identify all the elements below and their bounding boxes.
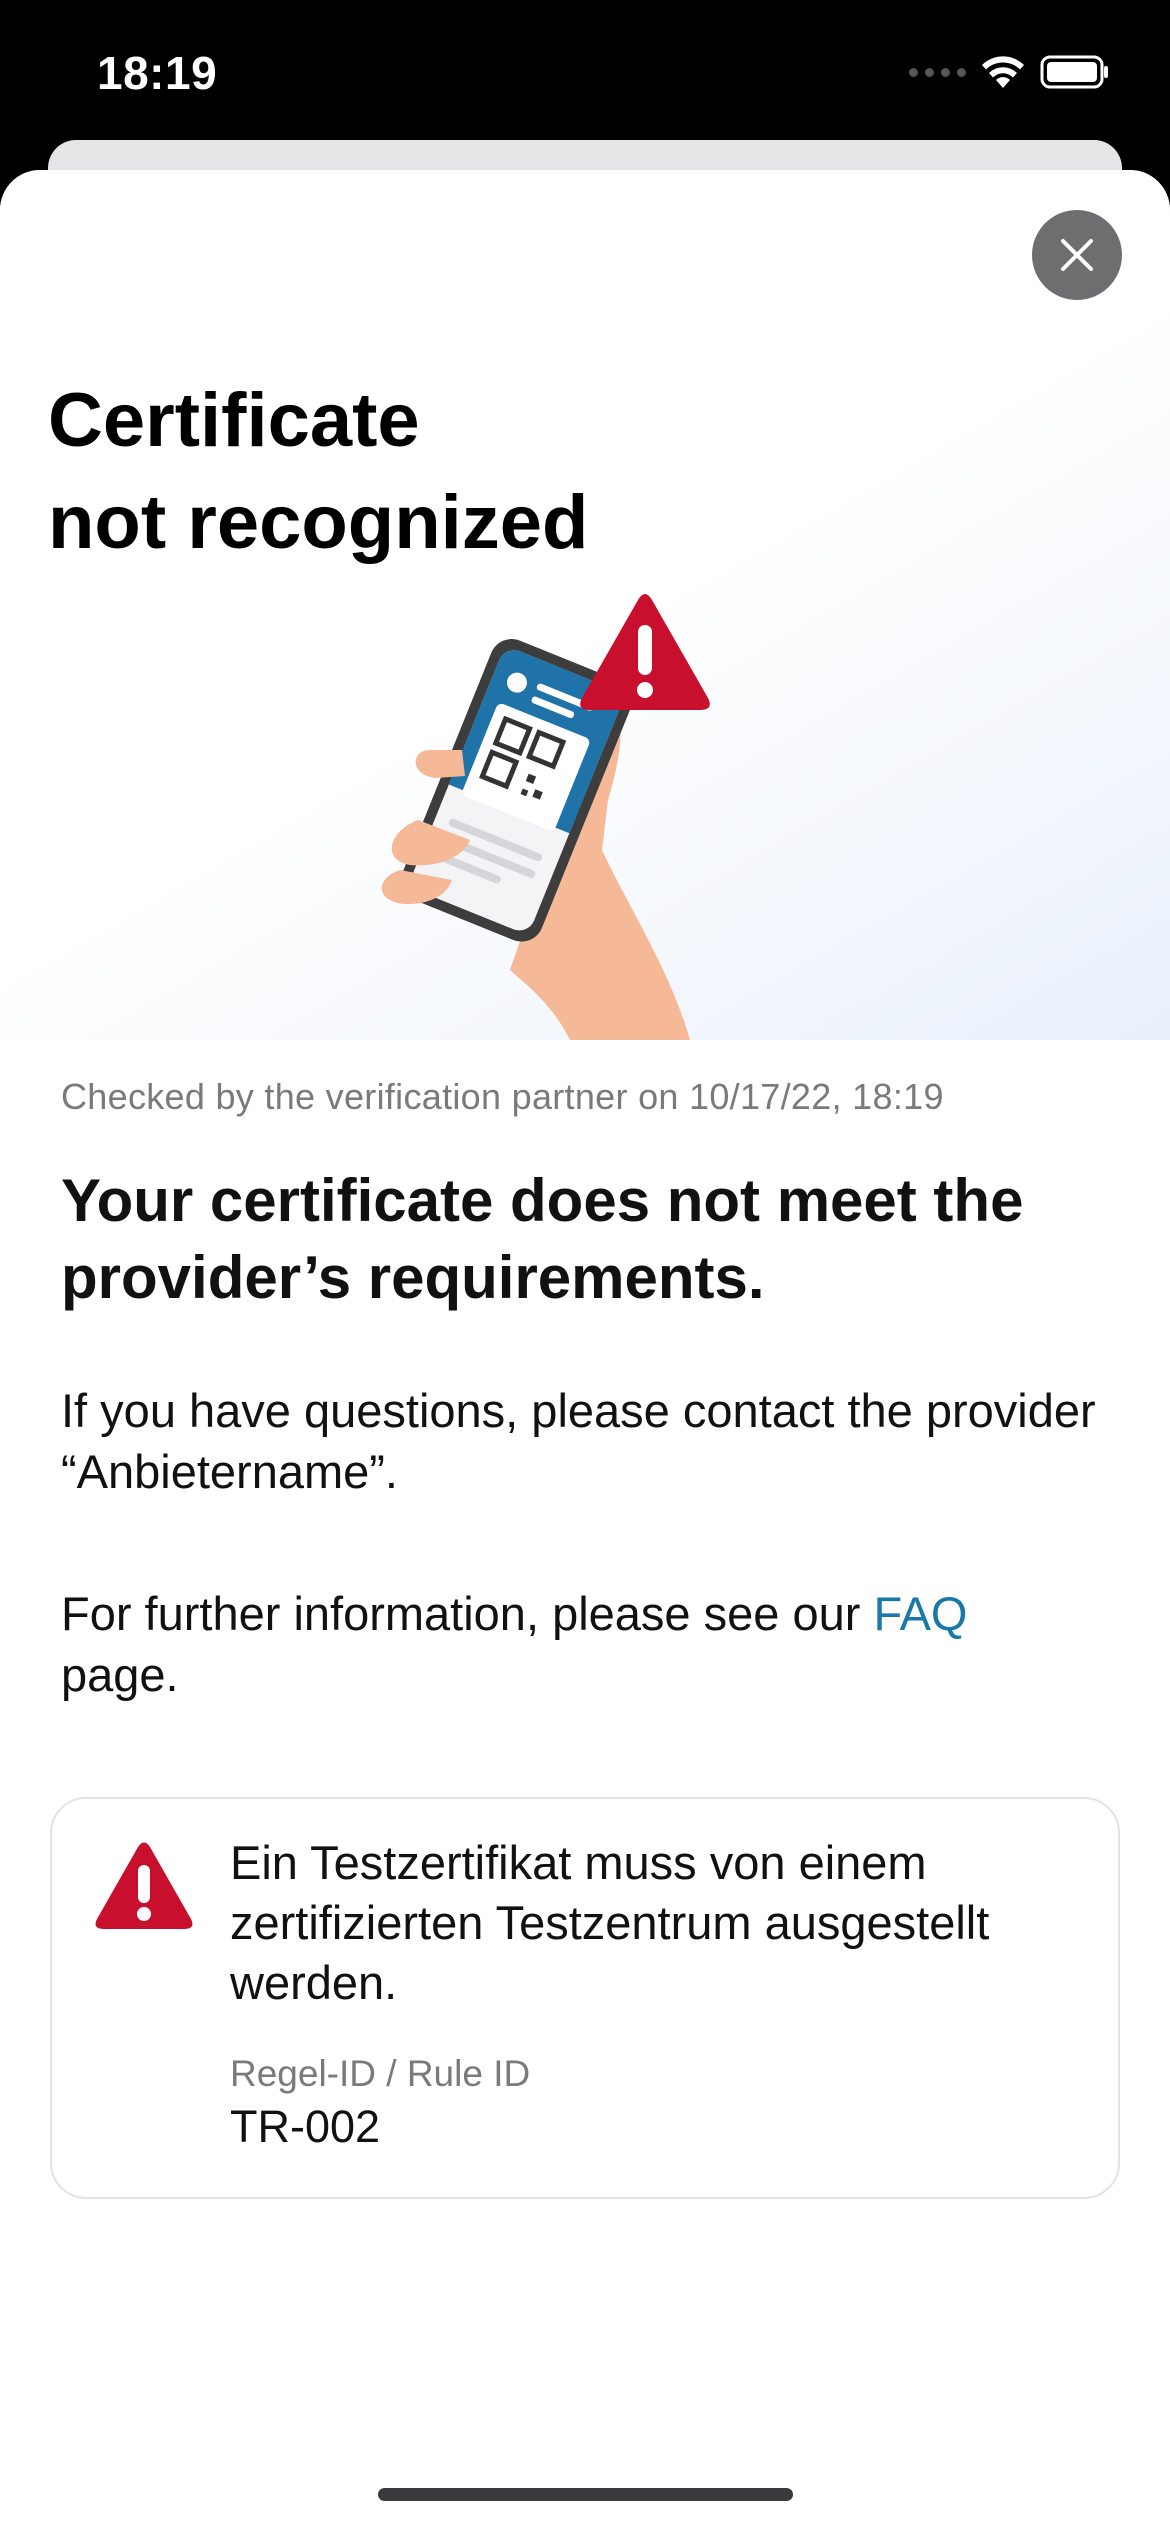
hero-area: Certificate not recognized <box>0 170 1170 1040</box>
status-time: 18:19 <box>97 47 218 99</box>
checked-timestamp: Checked by the verification partner on 1… <box>61 1076 944 1117</box>
close-button[interactable] <box>1032 210 1122 300</box>
cellular-signal-icon <box>909 67 966 77</box>
page-title-line-2: not recognized <box>48 480 589 565</box>
warning-icon <box>94 1841 194 1936</box>
home-indicator[interactable] <box>378 2488 793 2501</box>
warning-icon <box>580 594 710 710</box>
rule-id-label: Regel-ID / Rule ID <box>230 2053 531 2094</box>
phone-warning-illustration <box>370 590 790 1065</box>
rule-message: Ein Testzertifikat muss von einem zertif… <box>230 1836 990 2009</box>
battery-icon <box>1040 55 1110 89</box>
rule-card: Ein Testzertifikat muss von einem zertif… <box>50 1797 1120 2199</box>
faq-link[interactable]: FAQ <box>873 1587 967 1640</box>
page-title-line-1: Certificate <box>48 378 420 463</box>
faq-info-suffix: page. <box>61 1648 179 1701</box>
status-bar: 18:19 <box>0 0 1170 150</box>
page-title: Certificate not recognized <box>48 370 848 574</box>
wifi-icon <box>980 54 1026 90</box>
rule-id-value: TR-002 <box>230 2101 381 2152</box>
close-icon <box>1061 239 1093 271</box>
faq-info-prefix: For further information, please see our <box>61 1587 874 1640</box>
result-sheet: Certificate not recognized Checked by th… <box>0 170 1170 2532</box>
contact-provider-text: If you have questions, please contact th… <box>61 1384 1096 1498</box>
result-headline: Your certificate does not meet the provi… <box>61 1167 1024 1311</box>
faq-info-text: For further information, please see our … <box>61 1583 1121 1705</box>
status-icons <box>909 52 1110 92</box>
